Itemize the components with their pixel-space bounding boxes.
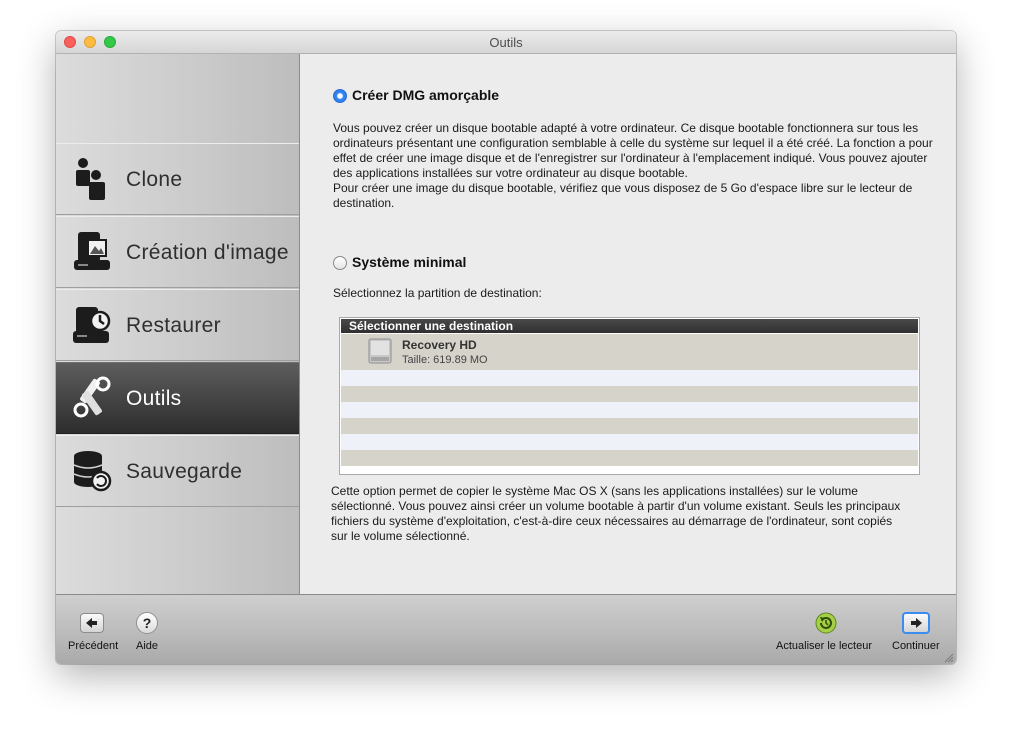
destination-list[interactable]: Sélectionner une destination Recovery HD… <box>339 317 920 475</box>
previous-label: Précédent <box>68 640 119 652</box>
sidebar-item-tools[interactable]: Outils <box>56 362 299 434</box>
destination-empty-row <box>341 450 918 466</box>
sidebar-item-restore[interactable]: Restaurer <box>56 289 299 361</box>
dmg-description-paragraph: Vous pouvez créer un disque bootable ada… <box>333 121 933 180</box>
refresh-drive-button[interactable]: Actualiser le lecteur <box>776 612 876 660</box>
destination-list-header: Sélectionner une destination <box>341 319 918 333</box>
title-bar[interactable]: Outils <box>56 31 956 54</box>
sidebar-item-backup[interactable]: Sauvegarde <box>56 435 299 507</box>
resize-grip-icon[interactable] <box>944 653 954 663</box>
restore-icon <box>73 307 111 343</box>
previous-button[interactable]: Précédent <box>66 612 120 660</box>
minimal-system-description: Cette option permet de copier le système… <box>331 484 901 543</box>
destination-empty-row <box>341 434 918 450</box>
sidebar: Clone Création d'image Restaurer Outils … <box>56 54 300 594</box>
destination-size: Taille: 619.89 MO <box>402 354 488 366</box>
backup-database-icon <box>73 451 112 492</box>
sidebar-item-label: Clone <box>126 168 183 191</box>
sidebar-item-clone[interactable]: Clone <box>56 143 299 215</box>
sidebar-item-label: Sauvegarde <box>126 460 243 483</box>
dmg-description: Vous pouvez créer un disque bootable ada… <box>333 121 933 211</box>
continue-button[interactable]: Continuer <box>890 612 942 660</box>
hard-drive-icon <box>368 338 392 364</box>
help-button[interactable]: ? Aide <box>134 612 164 660</box>
dmg-option-radio[interactable] <box>333 89 347 103</box>
tools-icon <box>73 376 111 418</box>
continue-arrow-icon <box>902 612 930 634</box>
disk-image-icon <box>74 232 110 270</box>
destination-empty-row <box>341 402 918 418</box>
destination-empty-row <box>341 386 918 402</box>
help-label: Aide <box>136 640 159 652</box>
destination-empty-row <box>341 370 918 386</box>
refresh-icon <box>815 612 837 634</box>
minimal-system-label[interactable]: Système minimal <box>352 254 466 270</box>
refresh-drive-label: Actualiser le lecteur <box>776 640 872 652</box>
bottom-toolbar: Précédent ? Aide Actualiser le lecteur C… <box>56 594 956 664</box>
window-title: Outils <box>489 35 523 50</box>
dmg-description-paragraph: Pour créer une image du disque bootable,… <box>333 181 913 210</box>
help-icon: ? <box>136 612 158 634</box>
destination-name: Recovery HD <box>402 338 477 352</box>
sidebar-item-label: Outils <box>126 387 182 410</box>
destination-item-recovery-hd[interactable]: Recovery HD Taille: 619.89 MO <box>341 334 918 370</box>
tools-panel: Créer DMG amorçable Vous pouvez créer un… <box>300 54 956 594</box>
minimal-system-radio[interactable] <box>333 256 347 270</box>
main-window: Outils Clone Création d'image Restaurer … <box>56 31 956 664</box>
partition-prompt: Sélectionnez la partition de destination… <box>333 286 542 300</box>
previous-arrow-icon <box>80 613 104 633</box>
sidebar-item-label: Création d'image <box>126 241 289 264</box>
continue-label: Continuer <box>892 640 940 652</box>
dmg-option-label[interactable]: Créer DMG amorçable <box>352 87 499 103</box>
destination-empty-row <box>341 418 918 434</box>
clone-icon <box>76 158 105 200</box>
sidebar-item-label: Restaurer <box>126 314 221 337</box>
sidebar-item-disk-image[interactable]: Création d'image <box>56 216 299 288</box>
